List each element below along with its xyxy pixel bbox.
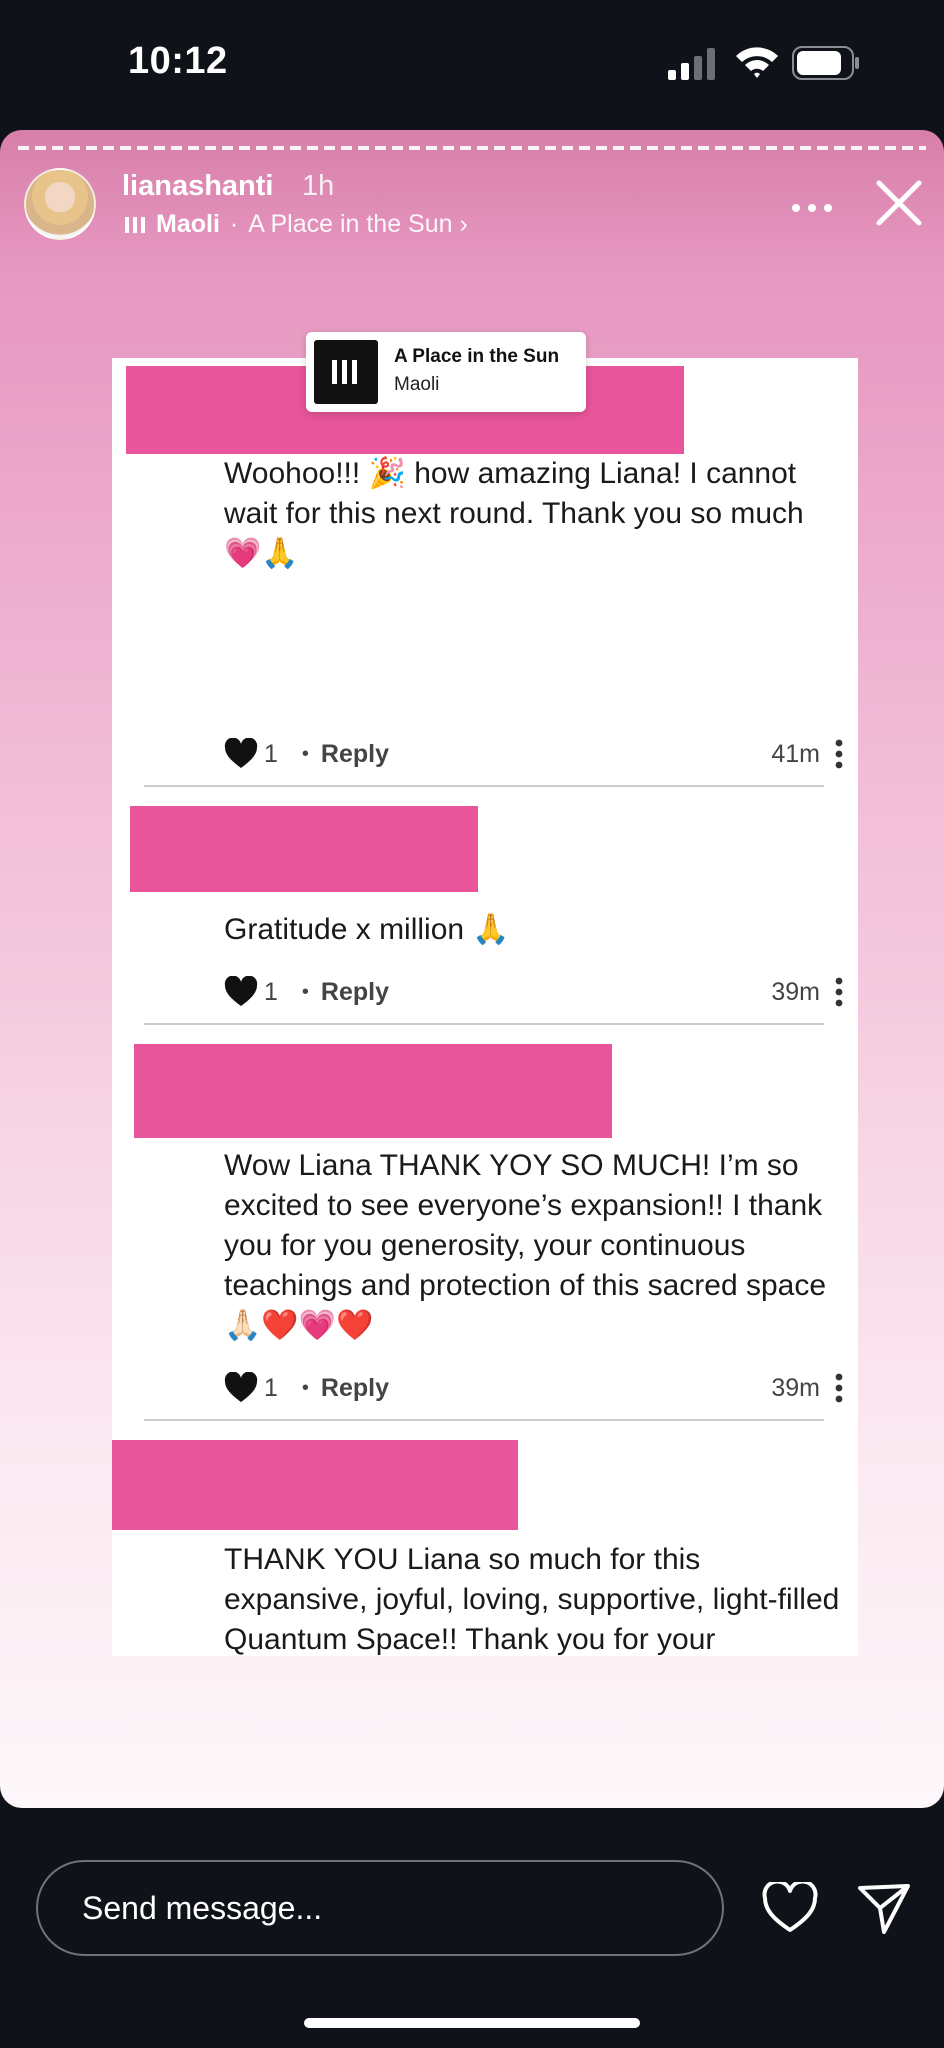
- heart-icon[interactable]: [224, 976, 258, 1008]
- reply-button[interactable]: Reply: [321, 978, 389, 1007]
- dot-separator: •: [301, 980, 309, 1003]
- story-progress-bar: [18, 146, 926, 150]
- comment-text: THANK YOU Liana so much for this expansi…: [224, 1543, 840, 1656]
- kebab-icon[interactable]: [834, 1373, 844, 1403]
- battery-icon: [792, 46, 859, 80]
- close-icon[interactable]: [874, 178, 924, 228]
- reply-button[interactable]: Reply: [321, 1374, 389, 1403]
- signal-icon: [668, 48, 715, 80]
- dot-separator: •: [301, 1376, 309, 1399]
- comment-time: 39m: [771, 977, 820, 1006]
- status-bar: 10:12: [0, 0, 944, 130]
- like-count: 1: [264, 739, 278, 768]
- story-time: 1h: [302, 170, 335, 202]
- kebab-icon[interactable]: [834, 977, 844, 1007]
- send-message-input[interactable]: Send message...: [36, 1860, 724, 1956]
- comment-time: 39m: [771, 1373, 820, 1402]
- wifi-icon: [736, 47, 778, 78]
- more-icon[interactable]: [790, 198, 834, 218]
- heart-icon[interactable]: [224, 1372, 258, 1404]
- music-separator: ·: [229, 210, 239, 238]
- music-song: A Place in the Sun ›: [248, 210, 468, 238]
- comment-actions: 1 • Reply 41m: [224, 734, 844, 774]
- status-time: 10:12: [128, 40, 228, 82]
- music-bars-icon: [125, 216, 145, 233]
- comment-text: Wow Liana THANK YOY SO MUCH! I’m so exci…: [224, 1149, 827, 1342]
- like-count: 1: [264, 977, 278, 1006]
- sticker-title: A Place in the Sun: [394, 346, 560, 367]
- music-artist: Maoli: [156, 210, 220, 238]
- divider: [144, 785, 824, 787]
- redacted-name: [130, 806, 478, 892]
- sticker-artist: Maoli: [394, 374, 440, 395]
- comment-screenshot: Woohoo!!! 🎉 how amazing Liana! I cannot …: [112, 358, 858, 1656]
- album-art: [314, 340, 378, 404]
- heart-icon[interactable]: [224, 738, 258, 770]
- like-story-heart-icon[interactable]: [762, 1882, 818, 1934]
- story-username[interactable]: lianashanti: [122, 170, 274, 203]
- redacted-name: [134, 1044, 612, 1138]
- music-attribution[interactable]: Maoli · A Place in the Sun ›: [124, 210, 468, 239]
- comment-time: 41m: [771, 739, 820, 768]
- music-sticker[interactable]: A Place in the Sun Maoli: [306, 332, 586, 412]
- comment-actions: 1 • Reply 39m: [224, 972, 844, 1012]
- comment-actions: 1 • Reply 39m: [224, 1368, 844, 1408]
- comment-text: Gratitude x million 🙏: [224, 913, 510, 946]
- like-count: 1: [264, 1373, 278, 1402]
- home-indicator[interactable]: [304, 2018, 640, 2028]
- comment-text: Woohoo!!! 🎉 how amazing Liana! I cannot …: [224, 457, 804, 570]
- avatar[interactable]: [24, 168, 96, 240]
- divider: [144, 1023, 824, 1025]
- divider: [144, 1419, 824, 1421]
- redacted-name: [112, 1440, 518, 1530]
- send-icon[interactable]: [856, 1880, 912, 1936]
- dot-separator: •: [301, 742, 309, 765]
- story-card[interactable]: lianashanti 1h Maoli · A Place in the Su…: [0, 130, 944, 1808]
- reply-button[interactable]: Reply: [321, 740, 389, 769]
- kebab-icon[interactable]: [834, 739, 844, 769]
